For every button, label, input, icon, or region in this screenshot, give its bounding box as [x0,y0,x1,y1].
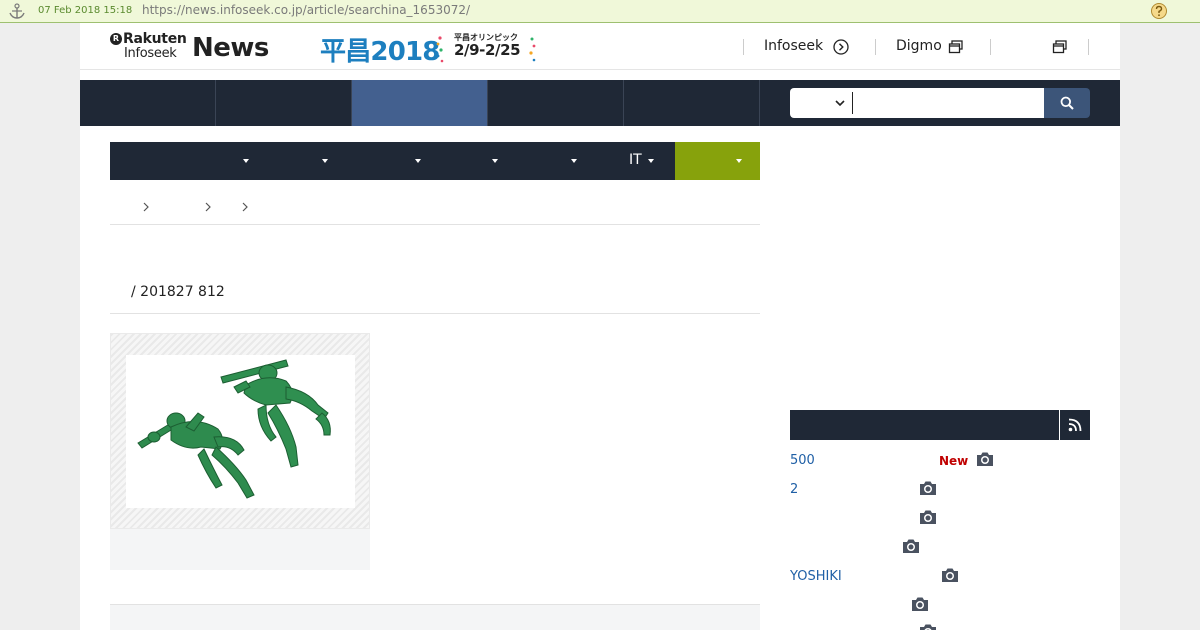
article-footer-area [110,604,760,630]
nav-tab-4[interactable] [488,80,624,126]
ranking-item[interactable]: YOSHIKI [790,567,1090,587]
search-scope-select[interactable] [790,88,852,118]
nav-tab-2[interactable] [216,80,352,126]
digmo-link[interactable]: Digmo [896,38,942,54]
ranking-item-title[interactable]: YOSHIKI [790,569,842,584]
article-meta: / 201827 812 [131,284,225,300]
breadcrumb-chevron-icon [143,202,149,212]
page: R Rakuten Infoseek News 平昌2018 平昌オリンピック … [80,23,1120,630]
ranking-item[interactable] [790,538,1090,558]
header-divider [1088,39,1089,55]
logo-news: News [192,33,269,63]
header-border [80,69,1120,70]
camera-icon [977,452,993,466]
search-box [790,88,1045,118]
nav-tab-1[interactable] [80,80,216,126]
ranking-item[interactable] [790,509,1090,529]
ranking-item[interactable] [790,623,1090,630]
article-photo[interactable] [110,333,370,529]
logo-badge: R [110,33,122,45]
category-dropdown-5[interactable] [571,159,577,163]
breadcrumb-divider [110,224,760,225]
breadcrumb-chevron-icon [242,202,248,212]
category-dropdown-it[interactable] [648,159,654,163]
ranking-item-title[interactable]: 2 [790,482,798,497]
rakuten-infoseek-news-logo[interactable]: R Rakuten Infoseek News [110,31,269,63]
search-icon [1060,96,1074,110]
article-meta-divider [110,313,760,314]
help-icon[interactable] [1150,2,1168,20]
external-window-icon[interactable] [1052,39,1068,55]
photo-image [126,355,355,508]
camera-icon [903,539,919,553]
camera-icon [920,624,936,630]
category-dropdown-3[interactable] [415,159,421,163]
main-nav [80,80,1120,126]
capture-date: 07 Feb 2018 15:18 [38,5,133,16]
capture-url[interactable]: https://news.infoseek.co.jp/article/sear… [142,3,470,17]
ranking-item[interactable]: 500 New [790,451,1090,471]
search-input[interactable] [852,92,1040,114]
olympic-title: 平昌2018 [320,37,440,67]
logo-infoseek: Infoseek [124,46,177,61]
anchor-icon[interactable] [8,3,26,20]
camera-icon [920,510,936,524]
header-divider [743,39,744,55]
wayback-toolbar: 07 Feb 2018 15:18 https://news.infoseek.… [0,0,1200,23]
category-dropdown-2[interactable] [322,159,328,163]
new-badge: New [939,454,969,468]
category-dropdown-active[interactable] [736,159,742,163]
arrow-circle-icon[interactable] [833,39,849,55]
toy-soldiers-image [137,359,331,499]
rss-icon [1068,418,1082,432]
camera-icon [942,568,958,582]
olympic-banner[interactable]: 平昌2018 平昌オリンピック 2/9-2/25 [320,31,540,67]
header-divider [875,39,876,55]
search-button[interactable] [1044,88,1090,118]
logo-rakuten: Rakuten [123,31,187,47]
nav-tab-5[interactable] [624,80,760,126]
breadcrumb-chevron-icon [205,202,211,212]
external-window-icon[interactable] [948,39,964,55]
rss-button[interactable] [1059,410,1090,440]
olympic-dates: 2/9-2/25 [454,41,521,59]
category-dropdown-1[interactable] [243,159,249,163]
category-it[interactable]: IT [629,152,642,168]
nav-tab-3-active[interactable] [352,80,488,126]
camera-icon [920,481,936,495]
infoseek-link[interactable]: Infoseek [764,38,823,54]
ranking-item[interactable] [790,596,1090,616]
ranking-item-title[interactable]: 500 [790,453,815,468]
chevron-down-icon [835,100,845,107]
header-divider [990,39,991,55]
ranking-item[interactable]: 2 [790,480,1090,500]
category-bar: IT [110,142,760,180]
photo-caption [110,529,370,570]
category-active[interactable] [675,142,760,180]
category-dropdown-4[interactable] [492,159,498,163]
ranking-header [790,410,1090,440]
camera-icon [912,597,928,611]
